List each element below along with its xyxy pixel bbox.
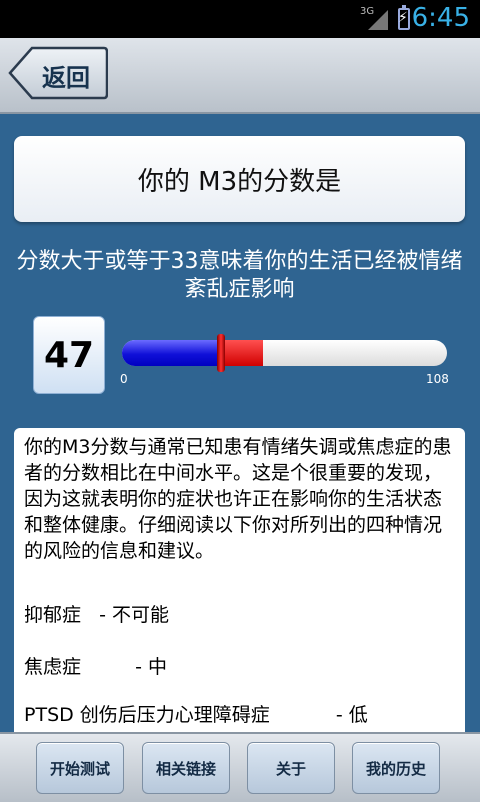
risk-level: - 中 bbox=[135, 656, 167, 678]
score-value: 47 bbox=[33, 316, 105, 394]
signal-icon bbox=[368, 10, 388, 30]
my-history-button[interactable]: 我的历史 bbox=[352, 742, 440, 794]
related-links-button[interactable]: 相关链接 bbox=[142, 742, 230, 794]
back-button[interactable]: 返回 bbox=[8, 46, 108, 100]
meter-min-label: 0 bbox=[120, 372, 128, 386]
meter-high-segment bbox=[221, 340, 263, 366]
back-label: 返回 bbox=[42, 64, 90, 92]
about-button[interactable]: 关于 bbox=[247, 742, 335, 794]
meter-threshold-marker bbox=[217, 334, 225, 372]
result-info-panel: 你的M3分数与通常已知患有情绪失调或焦虑症的患者的分数相比在中间水平。这是个很重… bbox=[14, 428, 465, 738]
score-threshold-note: 分数大于或等于33意味着你的生活已经被情绪紊乱症影响 bbox=[16, 249, 463, 302]
score-meter bbox=[122, 340, 447, 366]
status-bar: 3G 6:45 bbox=[0, 0, 480, 38]
clock: 6:45 bbox=[411, 3, 470, 33]
risk-label: 抑郁症 bbox=[24, 604, 82, 626]
top-bar: 返回 bbox=[0, 38, 480, 114]
risk-row-depression: 抑郁症 - 不可能 bbox=[24, 600, 169, 627]
result-description: 你的M3分数与通常已知患有情绪失调或焦虑症的患者的分数相比在中间水平。这是个很重… bbox=[24, 436, 452, 562]
start-test-button[interactable]: 开始测试 bbox=[36, 742, 124, 794]
meter-max-label: 108 bbox=[426, 372, 449, 386]
risk-row-anxiety: 焦虑症 - 中 bbox=[24, 652, 167, 679]
battery-charging-icon bbox=[398, 5, 410, 30]
meter-low-segment bbox=[122, 340, 221, 366]
risk-row-ptsd: PTSD 创伤后压力心理障碍症 - 低 bbox=[24, 700, 368, 727]
risk-level: - 低 bbox=[335, 704, 368, 726]
risk-level: - 不可能 bbox=[99, 604, 169, 626]
risk-label: PTSD 创伤后压力心理障碍症 bbox=[24, 704, 270, 726]
risk-label: 焦虑症 bbox=[24, 656, 82, 678]
bottom-nav: 开始测试 相关链接 关于 我的历史 bbox=[0, 732, 480, 802]
page-title: 你的 M3的分数是 bbox=[14, 136, 465, 222]
